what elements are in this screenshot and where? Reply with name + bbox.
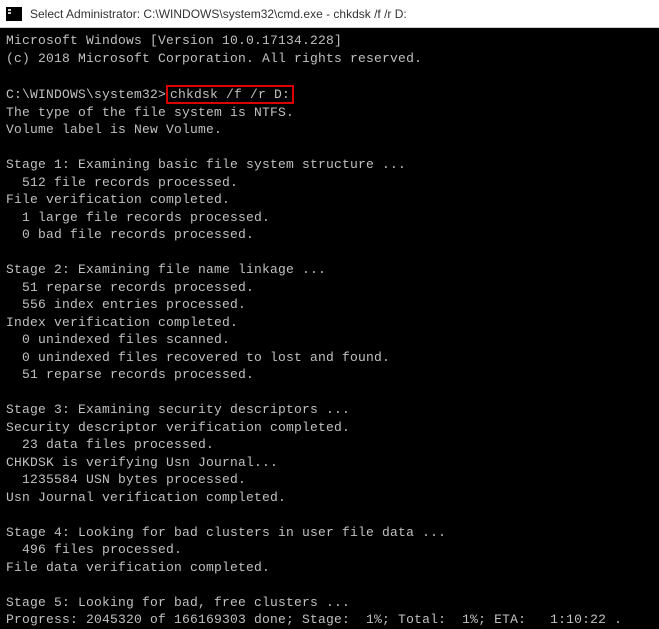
stage1-line: 1 large file records processed. (6, 210, 270, 225)
command-text: chkdsk /f /r D: (170, 87, 290, 102)
stage4-title: Stage 4: Looking for bad clusters in use… (6, 525, 446, 540)
cmd-icon (6, 7, 22, 21)
stage3-line: CHKDSK is verifying Usn Journal... (6, 455, 278, 470)
window-title: Select Administrator: C:\WINDOWS\system3… (30, 7, 407, 21)
volume-label-line: Volume label is New Volume. (6, 122, 222, 137)
copyright-line: (c) 2018 Microsoft Corporation. All righ… (6, 51, 422, 66)
stage2-line: 0 unindexed files scanned. (6, 332, 230, 347)
stage2-title: Stage 2: Examining file name linkage ... (6, 262, 326, 277)
stage3-line: Usn Journal verification completed. (6, 490, 286, 505)
stage1-line: File verification completed. (6, 192, 230, 207)
stage3-title: Stage 3: Examining security descriptors … (6, 402, 350, 417)
stage3-line: 1235584 USN bytes processed. (6, 472, 246, 487)
stage1-line: 512 file records processed. (6, 175, 238, 190)
stage1-line: 0 bad file records processed. (6, 227, 254, 242)
version-line: Microsoft Windows [Version 10.0.17134.22… (6, 33, 342, 48)
stage2-line: 0 unindexed files recovered to lost and … (6, 350, 390, 365)
stage3-line: 23 data files processed. (6, 437, 214, 452)
stage2-line: 556 index entries processed. (6, 297, 246, 312)
stage4-line: File data verification completed. (6, 560, 270, 575)
stage2-line: 51 reparse records processed. (6, 280, 254, 295)
fs-type-line: The type of the file system is NTFS. (6, 105, 294, 120)
prompt-text: C:\WINDOWS\system32> (6, 87, 166, 102)
terminal-output[interactable]: Microsoft Windows [Version 10.0.17134.22… (0, 28, 659, 609)
stage1-title: Stage 1: Examining basic file system str… (6, 157, 406, 172)
stage2-line: Index verification completed. (6, 315, 238, 330)
stage4-line: 496 files processed. (6, 542, 182, 557)
window-titlebar[interactable]: Select Administrator: C:\WINDOWS\system3… (0, 0, 659, 28)
stage3-line: Security descriptor verification complet… (6, 420, 350, 435)
command-highlight: chkdsk /f /r D: (166, 85, 294, 104)
progress-line: Progress: 2045320 of 166169303 done; Sta… (6, 612, 622, 627)
stage2-line: 51 reparse records processed. (6, 367, 254, 382)
stage5-title: Stage 5: Looking for bad, free clusters … (6, 595, 350, 610)
